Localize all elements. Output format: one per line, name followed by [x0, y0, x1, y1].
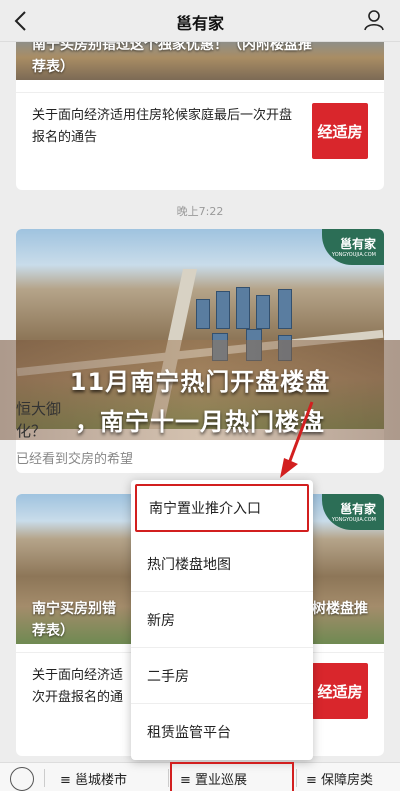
article-title-overlay-left: 南宁买房别错	[32, 601, 116, 617]
tab-yongcheng-market[interactable]: ≡ 邕城楼市	[60, 769, 127, 788]
top-nav-bar: 邕有家	[0, 0, 400, 42]
article-link-text: 关于面向经济适用住房轮候家庭最后一次开盘报名的通告	[32, 108, 293, 145]
menu-item-nanning-property-intro[interactable]: 南宁置业推介入口	[135, 484, 309, 532]
tab-affordable-housing[interactable]: ≡ 保障房类	[306, 769, 373, 788]
brand-logo: 邕有家 YONGYOUJIA.COM	[322, 229, 384, 265]
popup-menu: 南宁置业推介入口 热门楼盘地图 新房 二手房 租赁监管平台	[131, 480, 313, 760]
message-timestamp: 晚上7:22	[176, 205, 224, 218]
article-title-overlay-right: 树楼盘推	[312, 601, 368, 617]
divider	[44, 769, 45, 787]
brand-logo: 邕有家 YONGYOUJIA.COM	[322, 494, 384, 530]
divider	[168, 769, 169, 787]
article-title-overlay-line2: 荐表）	[32, 59, 74, 75]
divider	[296, 769, 297, 787]
list-item[interactable]: 关于面向经济适用住房轮候家庭最后一次开盘报名的通告 经适房	[16, 92, 384, 182]
menu-item-second-hand[interactable]: 二手房	[131, 648, 313, 704]
page-title: 邕有家	[175, 14, 224, 33]
keyboard-toggle-icon[interactable]	[10, 767, 34, 791]
menu-item-rental-supervision[interactable]: 租赁监管平台	[131, 704, 313, 760]
article-partial-title-2: 化？	[16, 422, 47, 440]
banner-line-1: 11月南宁热门开盘楼盘	[69, 368, 331, 396]
menu-item-new-homes[interactable]: 新房	[131, 592, 313, 648]
red-arrow-annotation-icon	[280, 401, 314, 478]
read-status-text: 已经看到交房的希望	[16, 452, 134, 467]
menu-item-hot-property-map[interactable]: 热门楼盘地图	[131, 536, 313, 592]
article-card-top[interactable]: 南宁买房别错过这个独家优惠！（内附楼盘推 荐表） 关于面向经济适用住房轮候家庭最…	[16, 30, 384, 190]
article-title-overlay-line2: 荐表）	[32, 623, 74, 639]
tab-highlight-box	[170, 762, 294, 791]
user-profile-icon[interactable]	[362, 8, 386, 32]
article-thumbnail: 经适房	[312, 663, 368, 719]
article-thumbnail: 经适房	[312, 103, 368, 159]
headline-banner: 11月南宁热门开盘楼盘 ，南宁十一月热门楼盘	[0, 340, 400, 440]
article-partial-title: 恒大御	[16, 400, 62, 418]
